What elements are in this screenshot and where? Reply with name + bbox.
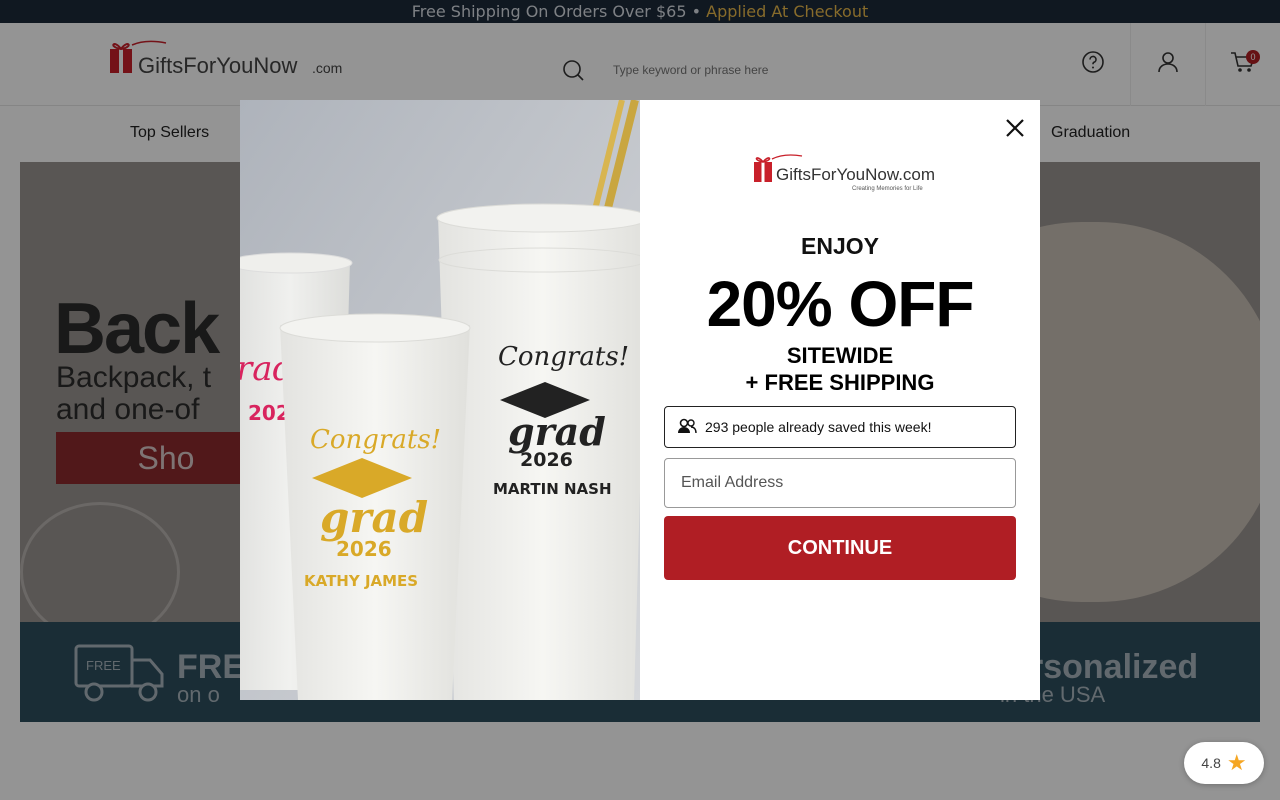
offer-intro: ENJOY	[801, 233, 879, 259]
email-field[interactable]	[664, 458, 1016, 508]
people-icon	[677, 418, 697, 437]
continue-button[interactable]: CONTINUE	[664, 516, 1016, 580]
modal-logo-tagline: Creating Memories for Life	[852, 186, 923, 192]
star-icon: ★	[1226, 750, 1247, 775]
svg-text:KATHY JAMES: KATHY JAMES	[304, 572, 418, 590]
close-icon[interactable]	[1001, 114, 1029, 142]
svg-text:2026: 2026	[336, 537, 392, 561]
modal-logo-text: GiftsForYouNow.com	[776, 165, 935, 184]
social-proof-box: 293 people already saved this week!	[664, 406, 1016, 448]
svg-text:grad: grad	[508, 409, 606, 454]
rating-score: 4.8	[1201, 755, 1221, 771]
offer-sitewide: SITEWIDE	[786, 343, 894, 368]
svg-text:MARTIN NASH: MARTIN NASH	[493, 480, 612, 498]
offer-discount: 20% OFF	[706, 268, 975, 340]
offer-free-shipping: + FREE SHIPPING	[745, 370, 935, 395]
svg-text:Congrats!: Congrats!	[310, 425, 441, 455]
svg-text:Congrats!: Congrats!	[498, 342, 629, 372]
modal-logo: GiftsForYouNow.com Creating Memories for…	[750, 150, 935, 194]
promo-modal: rad 2021 Congrats! grad 2026 MARTIN NASH…	[240, 100, 1040, 700]
rating-widget[interactable]: 4.8 ★	[1184, 742, 1264, 784]
svg-text:grad: grad	[320, 493, 428, 542]
modal-product-image: rad 2021 Congrats! grad 2026 MARTIN NASH…	[240, 100, 640, 700]
social-proof-text: 293 people already saved this week!	[705, 419, 932, 435]
modal-content: GiftsForYouNow.com Creating Memories for…	[640, 100, 1040, 700]
svg-text:2026: 2026	[520, 449, 573, 471]
